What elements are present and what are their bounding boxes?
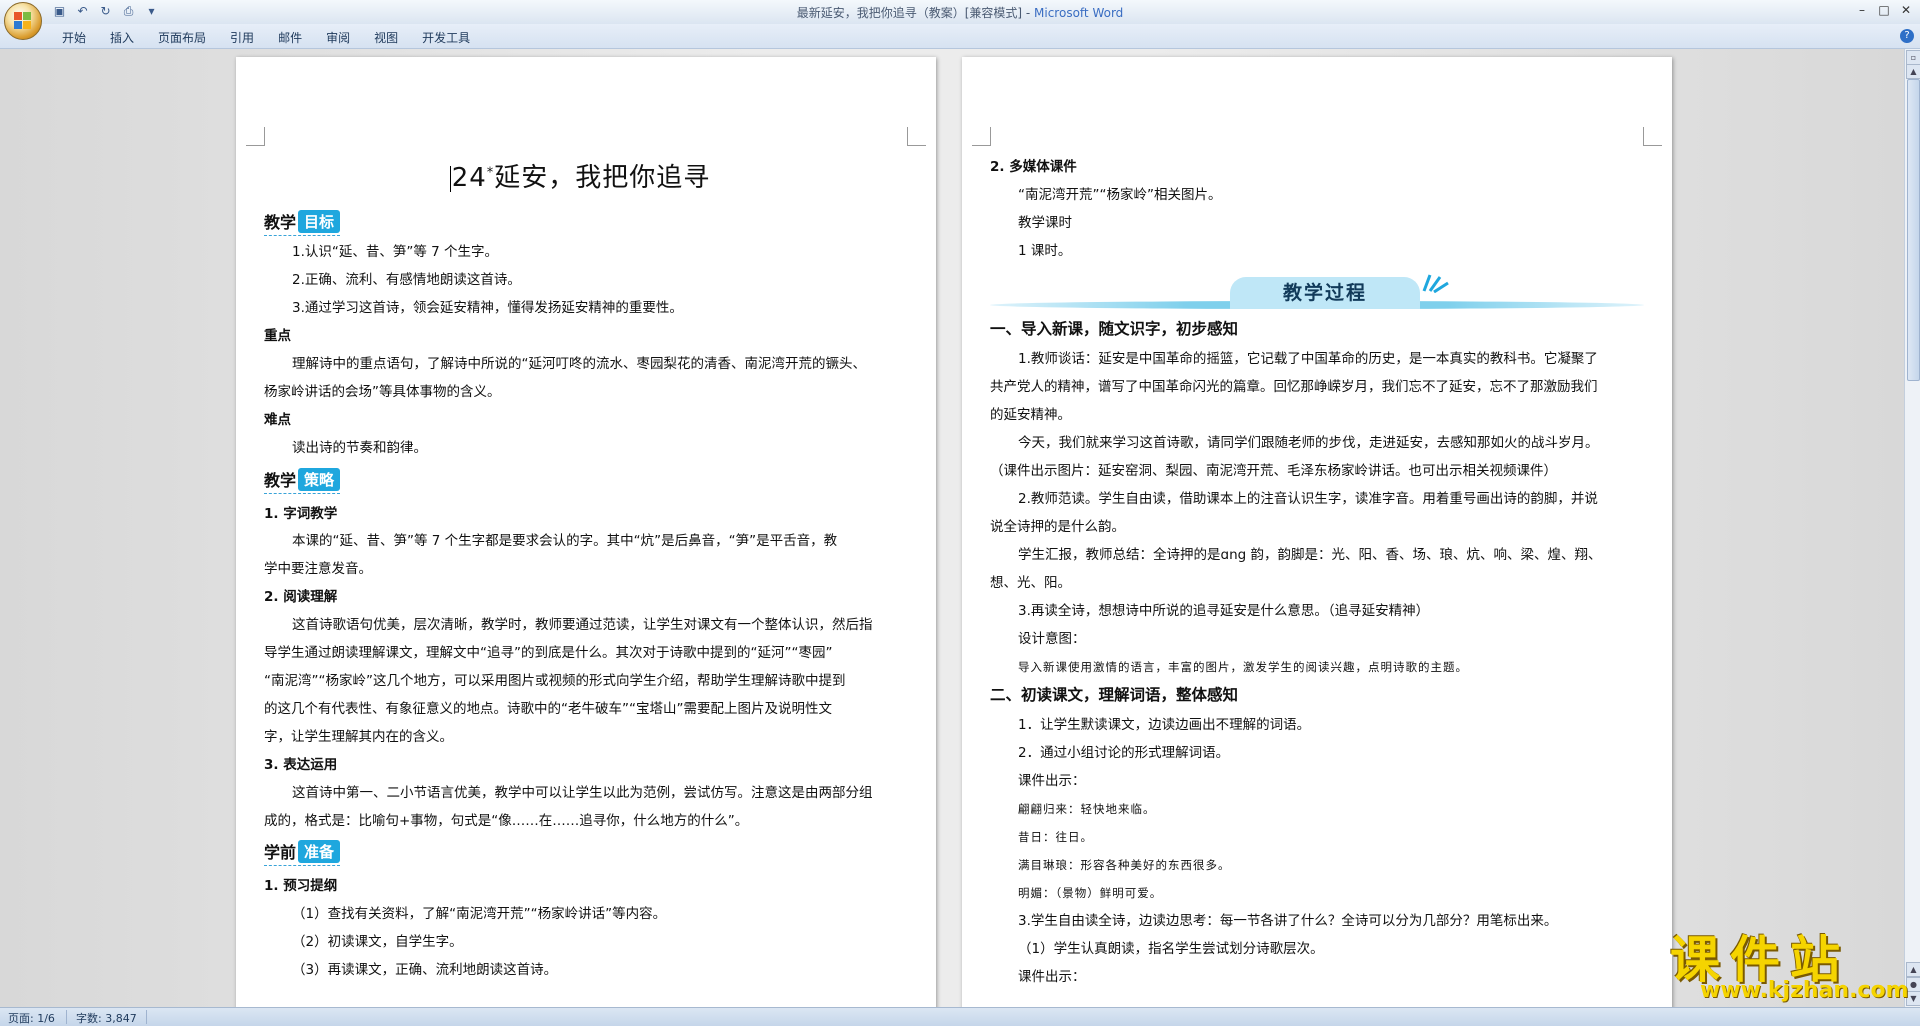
section-heading: 一、导入新课，随文识字，初步感知 [990, 320, 1239, 338]
section-heading: 二、初读课文，理解词语，整体感知 [990, 686, 1239, 704]
paragraph-line: 的这几个有代表性、有象征意义的地点。诗歌中的“老牛破车”“宝塔山”需要配上图片及… [264, 701, 832, 717]
tab-review[interactable]: 审阅 [314, 29, 362, 46]
difficulty-text: 读出诗的节奏和韵律。 [292, 440, 427, 456]
help-icon[interactable]: ? [1900, 29, 1914, 43]
key-point-text: 理解诗中的重点语句，了解诗中所说的“延河叮咚的流水、枣园梨花的清香、南泥湾开荒的… [292, 356, 866, 372]
ruler-toggle-icon[interactable]: ▫ [1906, 50, 1920, 65]
lesson-heading: 24*延安，我把你追寻 [264, 157, 896, 194]
minimize-button[interactable]: – [1852, 3, 1872, 17]
design-intent-text: 导入新课使用激情的语言，丰富的图片，激发学生的阅读兴趣，点明诗歌的主题。 [1018, 660, 1468, 674]
difficulty-label: 难点 [264, 412, 291, 428]
tab-page-layout[interactable]: 页面布局 [146, 29, 218, 46]
document-workspace: 24*延安，我把你追寻 教学 目标 1.认识“延、昔、笋”等 7 个生字。 2.正… [0, 49, 1905, 1007]
paragraph-line: 3.再读全诗，想想诗中所说的追寻延安是什么意思。（追寻延安精神） [1018, 603, 1430, 619]
strategy-heading: 1. 字词教学 [264, 506, 338, 522]
paragraph-line: 这首诗中第一、二小节语言优美，教学中可以让学生以此为范例，尝试仿写。注意这是由两… [292, 785, 873, 801]
paragraph-line: 学生汇报，教师总结：全诗押的是ɑng 韵，韵脚是：光、阳、香、场、琅、炕、响、梁… [1018, 547, 1602, 563]
watermark-url: www.kjzhan.com [1700, 978, 1909, 1003]
class-hours-label: 教学课时 [1018, 215, 1072, 231]
prep-item: （2）初读课文，自学生字。 [292, 934, 463, 950]
vocab-item: 满目琳琅：形容各种美好的东西很多。 [1018, 858, 1231, 872]
status-bar: 页面: 1/6 字数: 3,847 [0, 1007, 1920, 1026]
page-2[interactable]: 2. 多媒体课件 “南泥湾开荒”“杨家岭”相关图片。 教学课时 1 课时。 教学… [962, 57, 1672, 1007]
section-tag-strategy: 教学 策略 [264, 467, 341, 494]
strategy-heading: 3. 表达运用 [264, 757, 338, 773]
teaching-process-banner: 教学过程 [990, 274, 1644, 311]
tab-developer[interactable]: 开发工具 [410, 29, 482, 46]
paragraph-line: 成的，格式是：比喻句+事物，句式是“像……在……追寻你，什么地方的什么”。 [264, 813, 749, 829]
key-point-label: 重点 [264, 328, 291, 344]
paragraph-line: 1.教师谈话：延安是中国革命的摇篮，它记载了中国革命的历史，是一本真实的教科书。… [1018, 351, 1598, 367]
office-button[interactable] [4, 2, 42, 40]
paragraph-line: 2．通过小组讨论的形式理解词语。 [1018, 745, 1230, 761]
scroll-up-icon[interactable]: ▲ [1906, 64, 1920, 79]
section-tag-goals: 教学 目标 [264, 209, 341, 236]
vocab-item: 明媚：（景物）鲜明可爱。 [1018, 886, 1163, 900]
paragraph-line: 3.学生自由读全诗，边读边思考：每一节各讲了什么？全诗可以分为几部分？用笔标出来… [1018, 913, 1558, 929]
goal-item: 3.通过学习这首诗，领会延安精神，懂得发扬延安精神的重要性。 [292, 300, 683, 316]
office-logo-icon [14, 12, 32, 30]
class-hours-value: 1 课时。 [1018, 243, 1072, 259]
vocab-item: 翩翩归来：轻快地来临。 [1018, 802, 1156, 816]
paragraph-line: 课件出示： [1018, 773, 1086, 789]
media-heading: 2. 多媒体课件 [990, 159, 1077, 175]
paragraph-line: 课件出示： [1018, 969, 1086, 985]
paragraph-line: 的延安精神。 [990, 407, 1071, 423]
paragraph-line: 本课的“延、昔、笋”等 7 个生字都是要求会认的字。其中“炕”是后鼻音，“笋”是… [292, 533, 838, 549]
paragraph-line: 导学生通过朗读理解课文，理解文中“追寻”的到底是什么。其次对于诗歌中提到的“延河… [264, 645, 833, 661]
paragraph-line: 今天，我们就来学习这首诗歌，请同学们跟随老师的步伐，走进延安，去感知那如火的战斗… [1018, 435, 1599, 451]
paragraph-line: “南泥湾”“杨家岭”这几个地方，可以采用图片或视频的形式向学生介绍，帮助学生理解… [264, 673, 846, 689]
margin-corner-mark [907, 127, 926, 146]
design-intent-label: 设计意图： [1018, 631, 1086, 647]
media-text: “南泥湾开荒”“杨家岭”相关图片。 [1018, 187, 1222, 203]
prep-heading: 1. 预习提纲 [264, 878, 338, 894]
paragraph-line: 学中要注意发音。 [264, 561, 372, 577]
word-count[interactable]: 字数: 3,847 [76, 1010, 137, 1026]
sparkle-icon [1422, 274, 1449, 293]
paragraph-line: 1．让学生默读课文，边读边画出不理解的词语。 [1018, 717, 1311, 733]
window-title: 最新延安，我把你追寻（教案）[兼容模式] - Microsoft Word [0, 4, 1920, 21]
paragraph-line: 说全诗押的是什么韵。 [990, 519, 1125, 535]
paragraph-line: 字，让学生理解其内在的含义。 [264, 729, 453, 745]
goal-item: 2.正确、流利、有感情地朗读这首诗。 [292, 272, 521, 288]
prep-item: （3）再读课文，正确、流利地朗读这首诗。 [292, 962, 558, 978]
ribbon-tabs: 开始 插入 页面布局 引用 邮件 审阅 视图 开发工具 [50, 29, 482, 46]
lesson-number: 24 [451, 163, 487, 193]
tab-references[interactable]: 引用 [218, 29, 266, 46]
strategy-heading: 2. 阅读理解 [264, 589, 338, 605]
key-point-text: 杨家岭讲话的会场”等具体事物的含义。 [264, 384, 501, 400]
lesson-title: 延安，我把你追寻 [494, 163, 711, 193]
document-title: 最新延安，我把你追寻（教案）[兼容模式] - [796, 6, 1035, 20]
page-1[interactable]: 24*延安，我把你追寻 教学 目标 1.认识“延、昔、笋”等 7 个生字。 2.正… [236, 57, 936, 1007]
close-button[interactable]: ✕ [1896, 3, 1916, 17]
section-tag-preparation: 学前 准备 [264, 839, 341, 866]
text-cursor [449, 165, 451, 192]
goal-item: 1.认识“延、昔、笋”等 7 个生字。 [292, 244, 499, 260]
tab-home[interactable]: 开始 [50, 29, 98, 46]
paragraph-line: 2.教师范读。学生自由读，借助课本上的注音认识生字，读准字音。用着重号画出诗的韵… [1018, 491, 1598, 507]
banner-title: 教学过程 [1230, 277, 1420, 309]
paragraph-line: 想、光、阳。 [990, 575, 1071, 591]
margin-corner-mark [246, 127, 265, 146]
vertical-scrollbar[interactable]: ▫ ▲ ▲ ● ▼ [1904, 49, 1920, 1007]
paragraph-line: （1）学生认真朗读，指名学生尝试划分诗歌层次。 [1018, 941, 1324, 957]
prep-item: （1）查找有关资料，了解“南泥湾开荒”“杨家岭讲话”等内容。 [292, 906, 667, 922]
ribbon: 开始 插入 页面布局 引用 邮件 审阅 视图 开发工具 ? [0, 24, 1920, 49]
title-bar: ▣ ↶ ↻ ⎙ ▾ 最新延安，我把你追寻（教案）[兼容模式] - Microso… [0, 0, 1920, 24]
page-count[interactable]: 页面: 1/6 [8, 1010, 55, 1026]
tab-insert[interactable]: 插入 [98, 29, 146, 46]
paragraph-line: 这首诗歌语句优美，层次清晰，教学时，教师要通过范读，让学生对课文有一个整体认识，… [292, 617, 873, 633]
paragraph-line: （课件出示图片：延安窑洞、梨园、南泥湾开荒、毛泽东杨家岭讲话。也可出示相关视频课… [990, 463, 1557, 479]
vocab-item: 昔日：往日。 [1018, 830, 1093, 844]
margin-corner-mark [972, 127, 991, 146]
scrollbar-thumb[interactable] [1907, 79, 1920, 381]
previous-page-icon[interactable]: ▲ [1906, 962, 1920, 977]
site-watermark: 课件站 www.kjzhan.com [1670, 920, 1909, 1005]
tab-mailings[interactable]: 邮件 [266, 29, 314, 46]
app-name: Microsoft Word [1034, 6, 1124, 20]
paragraph-line: 共产党人的精神，谱写了中国革命闪光的篇章。回忆那峥嵘岁月，我们忘不了延安，忘不了… [990, 379, 1598, 395]
maximize-button[interactable]: □ [1874, 3, 1894, 17]
tab-view[interactable]: 视图 [362, 29, 410, 46]
margin-corner-mark [1643, 127, 1662, 146]
